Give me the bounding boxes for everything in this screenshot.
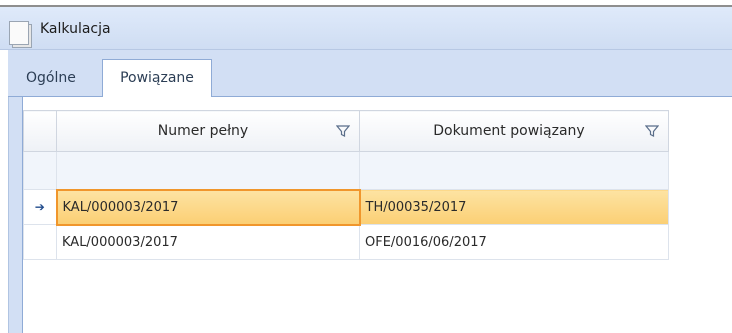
window-titlebar: Kalkulacja (0, 7, 732, 50)
related-documents-grid: Numer pełny Dokument powiązany ➔ KAL/000… (23, 110, 669, 260)
column-header-dokument[interactable]: Dokument powiązany (359, 110, 669, 152)
filter-icon[interactable] (336, 124, 350, 138)
column-header-numer[interactable]: Numer pełny (56, 110, 360, 152)
filter-row-indicator (23, 151, 57, 190)
window-top-border (0, 0, 732, 7)
window-title: Kalkulacja (40, 21, 111, 37)
filter-cell-numer[interactable] (56, 151, 360, 190)
row-indicator-header (23, 110, 57, 152)
tab-content: Numer pełny Dokument powiązany ➔ KAL/000… (22, 97, 732, 333)
table-row[interactable]: ➔ KAL/000003/2017 TH/00035/2017 (23, 188, 669, 226)
cell-dokument[interactable]: TH/00035/2017 (359, 189, 669, 225)
cell-dokument[interactable]: OFE/0016/06/2017 (359, 224, 669, 260)
table-row[interactable]: KAL/000003/2017 OFE/0016/06/2017 (23, 224, 669, 260)
filter-icon[interactable] (645, 124, 659, 138)
cell-numer[interactable]: KAL/000003/2017 (56, 224, 360, 260)
current-row-arrow-icon: ➔ (23, 189, 57, 225)
column-header-dokument-label: Dokument powiązany (433, 123, 585, 139)
document-icon (9, 21, 34, 47)
column-header-numer-label: Numer pełny (157, 123, 249, 139)
row-indicator (23, 224, 57, 260)
tab-powiazane[interactable]: Powiązane (102, 59, 212, 98)
cell-numer[interactable]: KAL/000003/2017 (55, 188, 361, 226)
tab-ogolne[interactable]: Ogólne (24, 64, 78, 92)
tab-strip: Ogólne Powiązane (8, 50, 732, 98)
filter-cell-dokument[interactable] (359, 151, 669, 190)
auto-filter-row (23, 151, 669, 190)
